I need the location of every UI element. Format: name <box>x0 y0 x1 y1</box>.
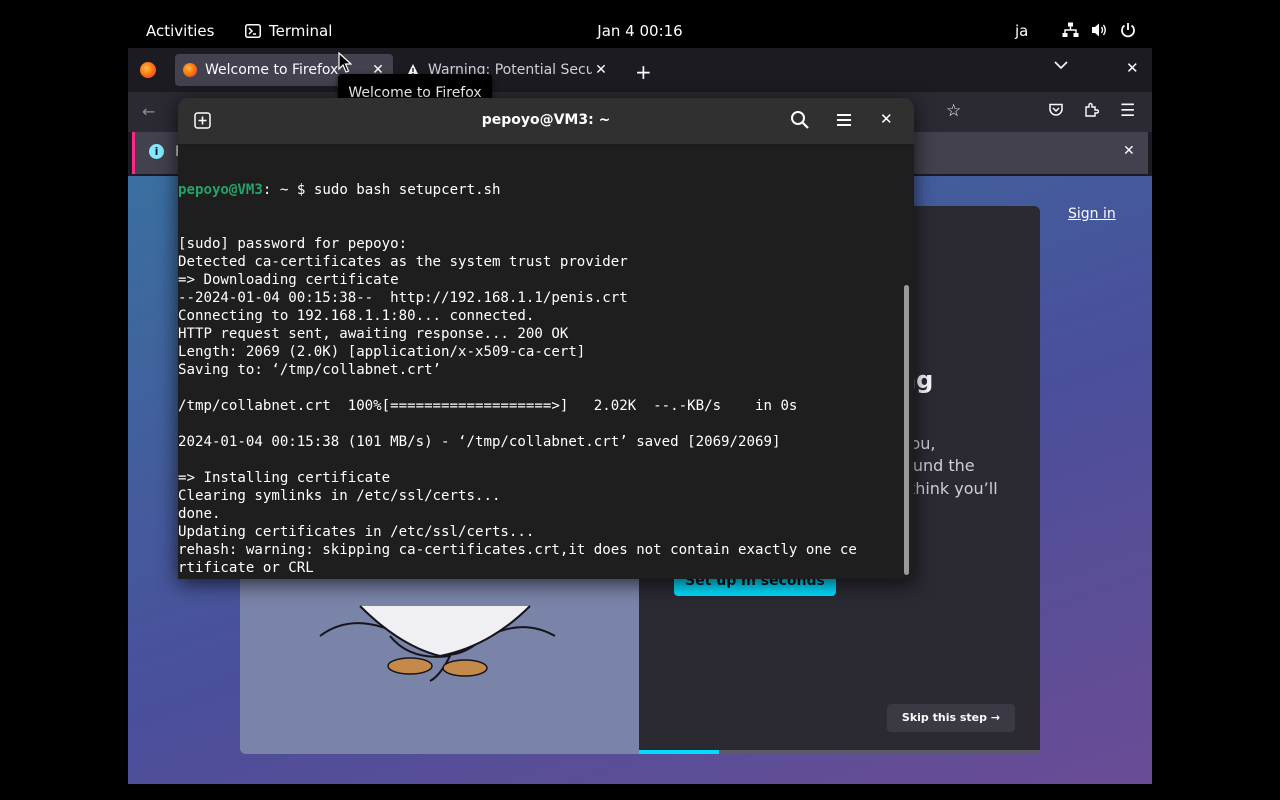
terminal-line: Updating certificates in /etc/ssl/certs.… <box>178 524 535 540</box>
terminal-line: Connecting to 192.168.1.1:80... connecte… <box>178 308 535 324</box>
close-icon[interactable]: ✕ <box>880 110 893 128</box>
extensions-icon[interactable] <box>1083 102 1099 118</box>
terminal-line: HTTP request sent, awaiting response... … <box>178 326 569 342</box>
terminal-output[interactable]: pepoyo@VM3: ~ $ sudo bash setupcert.sh [… <box>178 145 906 579</box>
scrollbar[interactable] <box>904 285 909 575</box>
terminal-line: Length: 2069 (2.0K) [application/x-x509-… <box>178 344 586 360</box>
tab-bar: Welcome to Firefox ✕ Warning: Potential … <box>128 48 1152 92</box>
terminal-line: 141 added, 0 removed; done. <box>178 577 906 579</box>
onboarding-progress <box>639 750 1040 754</box>
system-menu[interactable] <box>1062 22 1136 38</box>
command-text: sudo bash setupcert.sh <box>313 182 501 198</box>
clock-label: Jan 4 00:16 <box>597 22 683 40</box>
prompt-path: ~ <box>279 182 289 198</box>
terminal-command-line: pepoyo@VM3: ~ $ sudo bash setupcert.sh <box>178 181 906 199</box>
terminal-line: [sudo] password for pepoyo: <box>178 236 408 252</box>
output-lines: [sudo] password for pepoyo: Detected ca-c… <box>178 235 906 579</box>
chevron-down-icon[interactable] <box>1054 60 1068 70</box>
tab-close-button[interactable]: ✕ <box>592 62 610 78</box>
terminal-line: => Installing certificate <box>178 470 391 486</box>
new-tab-button[interactable]: + <box>635 60 652 84</box>
terminal-line: Clearing symlinks in /etc/ssl/certs... <box>178 488 501 504</box>
volume-icon <box>1092 23 1106 37</box>
prompt-sign: $ <box>296 182 306 198</box>
terminal-line: /tmp/collabnet.crt 100%[================… <box>178 398 798 414</box>
hamburger-menu-icon[interactable]: ☰ <box>1120 101 1135 121</box>
mouse-pointer-icon <box>338 52 352 73</box>
info-icon: i <box>149 144 164 159</box>
meditating-person-illustration <box>319 605 556 682</box>
terminal-line: --2024-01-04 00:15:38-- http://192.168.1… <box>178 290 628 306</box>
firefox-favicon-icon <box>183 63 197 77</box>
terminal-window: pepoyo@VM3: ~ ✕ pepoyo@VM3: ~ $ sudo bas… <box>178 98 914 579</box>
firefox-logo-icon[interactable] <box>140 62 156 78</box>
skip-step-button[interactable]: Skip this step → <box>887 704 1015 732</box>
bookmark-star-icon[interactable]: ☆ <box>946 101 961 121</box>
close-icon[interactable]: ✕ <box>1123 143 1135 159</box>
pocket-icon[interactable] <box>1048 102 1064 118</box>
terminal-line: 2024-01-04 00:15:38 (101 MB/s) - ‘/tmp/c… <box>178 434 781 450</box>
input-method-indicator[interactable]: ja <box>1015 22 1028 40</box>
terminal-headerbar: pepoyo@VM3: ~ ✕ <box>178 98 914 145</box>
search-icon[interactable] <box>788 108 812 132</box>
terminal-line: Detected ca-certificates as the system t… <box>178 254 628 270</box>
prompt-user: pepoyo@VM3 <box>178 182 263 198</box>
progress-fill <box>639 750 720 754</box>
terminal-line: rehash: warning: skipping ca-certificate… <box>178 542 857 558</box>
close-icon[interactable]: ✕ <box>1126 59 1139 77</box>
terminal-line: done. <box>178 506 221 522</box>
network-icon <box>1062 22 1079 37</box>
terminal-line: => Downloading certificate <box>178 272 399 288</box>
back-arrow-icon[interactable]: ← <box>142 102 155 121</box>
terminal-line: Saving to: ‘/tmp/collabnet.crt’ <box>178 362 442 378</box>
power-icon <box>1121 23 1135 38</box>
hamburger-menu-icon[interactable] <box>832 108 856 132</box>
prompt-separator: : <box>262 182 272 198</box>
sign-in-link[interactable]: Sign in <box>1068 206 1116 222</box>
terminal-line: rtificate or CRL <box>178 560 314 576</box>
